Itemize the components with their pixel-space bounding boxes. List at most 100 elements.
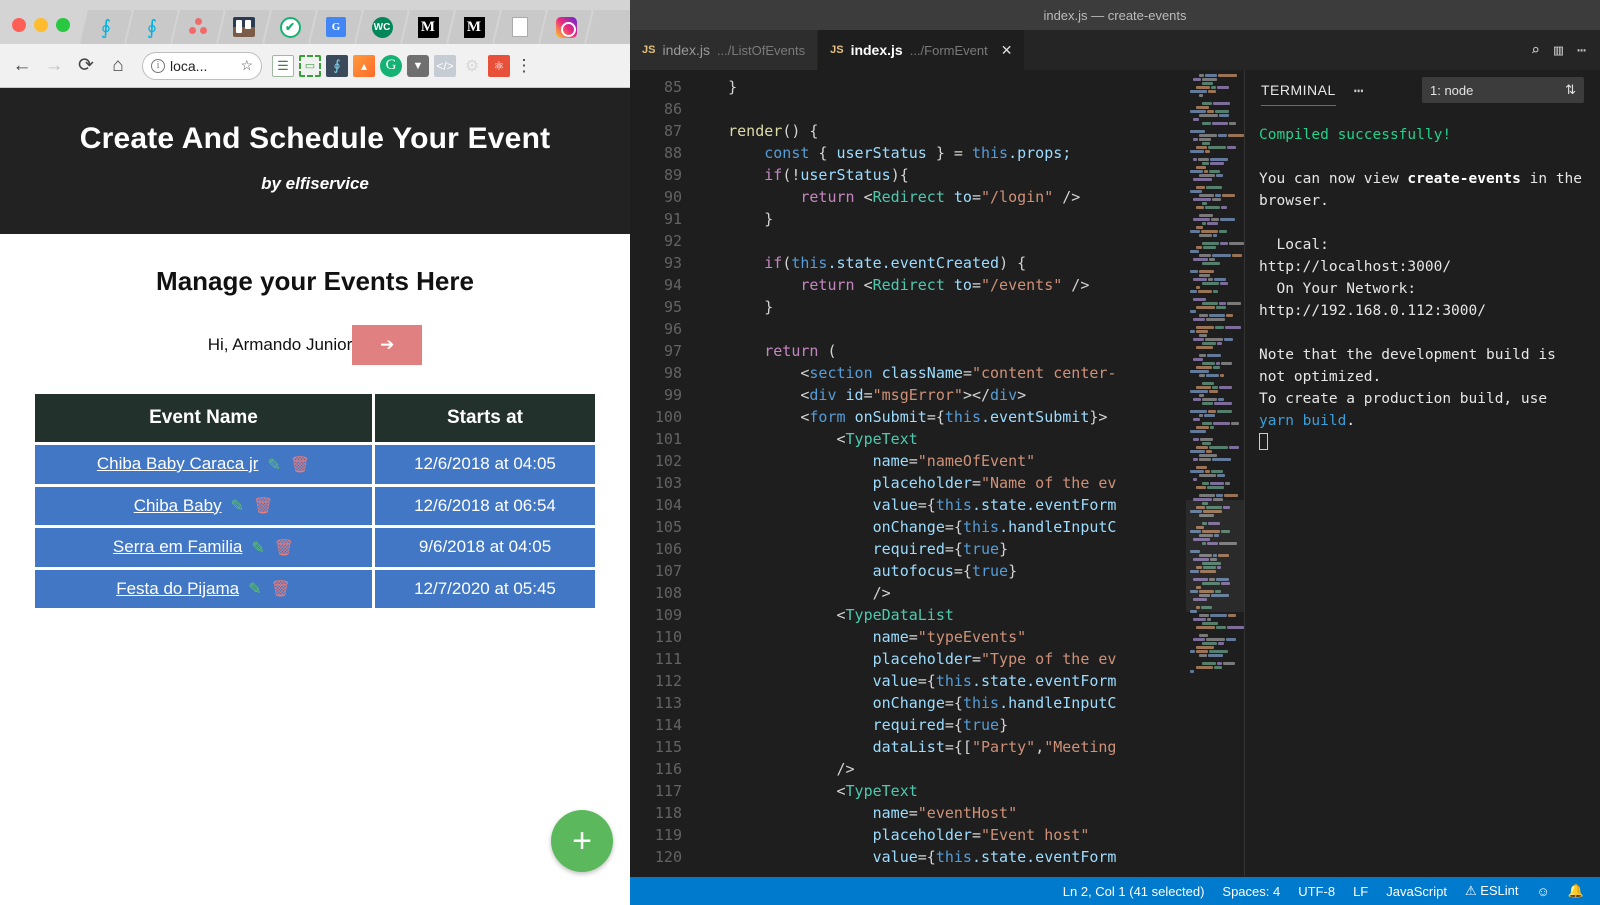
- terminal-more-icon[interactable]: ⋯: [1354, 81, 1364, 100]
- line-ending[interactable]: LF: [1353, 884, 1368, 899]
- react-devtools-icon[interactable]: ⚛: [488, 54, 510, 77]
- edit-event-icon[interactable]: ✎: [248, 579, 261, 599]
- browser-tab-trello[interactable]: [218, 10, 270, 44]
- split-search-icon[interactable]: ⌕: [1531, 41, 1540, 59]
- code-line[interactable]: />: [692, 582, 1186, 604]
- code-line[interactable]: value={this.state.eventForm: [692, 494, 1186, 516]
- eslint-status[interactable]: ⚠ ESLint: [1465, 883, 1519, 899]
- code-line[interactable]: render() {: [692, 120, 1186, 142]
- code-editor[interactable]: 85 86 87 88 89 90 91 92 93 94 95 96 97 98 99 100 101 102 1…: [630, 70, 1186, 877]
- browser-tab-translate[interactable]: G: [310, 10, 362, 44]
- analytics-chart-icon[interactable]: ▴: [353, 54, 375, 77]
- delete-event-icon[interactable]: 🗑: [290, 455, 310, 475]
- terminal-output[interactable]: Compiled successfully! You can now view …: [1245, 110, 1600, 454]
- code-line[interactable]: return <Redirect to="/events" />: [692, 274, 1186, 296]
- code-line[interactable]: const { userStatus } = this.props;: [692, 142, 1186, 164]
- bookmark-star-icon[interactable]: ☆: [240, 57, 253, 74]
- more-actions-icon[interactable]: ⋯: [1577, 41, 1586, 59]
- code-line[interactable]: <form onSubmit={this.eventSubmit}>: [692, 406, 1186, 428]
- code-line[interactable]: required={true}: [692, 538, 1186, 560]
- code-line[interactable]: onChange={this.handleInputC: [692, 692, 1186, 714]
- event-name-link[interactable]: Serra em Familia: [113, 537, 242, 556]
- code-line[interactable]: [692, 318, 1186, 340]
- logout-button[interactable]: ➔: [352, 325, 423, 365]
- code-line[interactable]: autofocus={true}: [692, 560, 1186, 582]
- close-window-button[interactable]: [12, 18, 26, 32]
- browser-tab-medium-2[interactable]: M: [448, 10, 500, 44]
- code-line[interactable]: return (: [692, 340, 1186, 362]
- code-line[interactable]: }: [692, 76, 1186, 98]
- code-line[interactable]: placeholder="Event host": [692, 824, 1186, 846]
- event-name-link[interactable]: Chiba Baby Caraca jr: [97, 454, 259, 473]
- address-bar[interactable]: i loca... ☆: [142, 51, 262, 80]
- url-input[interactable]: loca...: [170, 58, 235, 74]
- indentation[interactable]: Spaces: 4: [1222, 884, 1280, 899]
- notifications-bell[interactable]: 🔔: [1568, 883, 1584, 899]
- edit-event-icon[interactable]: ✎: [231, 496, 244, 516]
- code-line[interactable]: <TypeText: [692, 428, 1186, 450]
- code-line[interactable]: value={this.state.eventForm: [692, 670, 1186, 692]
- code-line[interactable]: }: [692, 296, 1186, 318]
- code-line[interactable]: onChange={this.handleInputC: [692, 516, 1186, 538]
- grammarly-icon[interactable]: G: [380, 54, 402, 77]
- browser-tab-wc[interactable]: WC: [356, 10, 408, 44]
- code-line[interactable]: <TypeText: [692, 780, 1186, 802]
- terminal-shell-select[interactable]: 1: node ⇅: [1422, 77, 1584, 103]
- browser-tab-todoist[interactable]: ✔: [264, 10, 316, 44]
- edit-event-icon[interactable]: ✎: [267, 455, 280, 475]
- reload-icon[interactable]: ⟳: [72, 52, 100, 80]
- back-arrow-icon[interactable]: ←: [8, 52, 36, 80]
- event-name-link[interactable]: Festa do Pijama: [116, 579, 239, 598]
- code-line[interactable]: <TypeDataList: [692, 604, 1186, 626]
- code-line[interactable]: name="eventHost": [692, 802, 1186, 824]
- edit-event-icon[interactable]: ✎: [251, 538, 264, 558]
- code-line[interactable]: if(!userStatus){: [692, 164, 1186, 186]
- editor-minimap[interactable]: [1186, 70, 1244, 877]
- code-line[interactable]: required={true}: [692, 714, 1186, 736]
- feedback-smiley[interactable]: ☺: [1537, 884, 1550, 899]
- encoding[interactable]: UTF-8: [1298, 884, 1335, 899]
- code-line[interactable]: return <Redirect to="/login" />: [692, 186, 1186, 208]
- editor-tab-listofevents[interactable]: JS index.js .../ListOfEvents: [630, 30, 819, 70]
- code-line[interactable]: />: [692, 758, 1186, 780]
- code-line[interactable]: [692, 98, 1186, 120]
- minimize-window-button[interactable]: [34, 18, 48, 32]
- browser-tab-document[interactable]: [494, 10, 546, 44]
- code-line[interactable]: if(this.state.eventCreated) {: [692, 252, 1186, 274]
- browser-tab-udacity-1[interactable]: ∮: [80, 10, 132, 44]
- pocket-icon[interactable]: ▼: [407, 54, 429, 77]
- code-line[interactable]: dataList={["Party","Meeting: [692, 736, 1186, 758]
- code-line[interactable]: <div id="msgError"></div>: [692, 384, 1186, 406]
- code-line[interactable]: name="nameOfEvent": [692, 450, 1186, 472]
- browser-tab-asana[interactable]: [172, 10, 224, 44]
- code-line[interactable]: value={this.state.eventForm: [692, 846, 1186, 868]
- code-snippet-icon[interactable]: </>: [434, 54, 456, 77]
- close-icon[interactable]: ✕: [1001, 42, 1013, 59]
- delete-event-icon[interactable]: 🗑: [270, 579, 290, 599]
- browser-tab-medium-1[interactable]: M: [402, 10, 454, 44]
- split-editor-icon[interactable]: ▥: [1554, 41, 1563, 59]
- udacity-extension-icon[interactable]: ∮: [326, 54, 348, 77]
- browser-menu-icon[interactable]: ⋮: [514, 57, 534, 74]
- editor-tab-formevent[interactable]: JS index.js .../FormEvent ✕: [818, 30, 1026, 70]
- site-info-icon[interactable]: i: [151, 58, 165, 73]
- screenshot-crop-icon[interactable]: ▭: [299, 54, 321, 77]
- forward-arrow-icon[interactable]: →: [40, 52, 68, 80]
- browser-tab-blank[interactable]: [586, 10, 630, 44]
- code-line[interactable]: placeholder="Type of the ev: [692, 648, 1186, 670]
- code-line[interactable]: [692, 230, 1186, 252]
- browser-tab-udacity-2[interactable]: ∮: [126, 10, 178, 44]
- code-line[interactable]: <section className="content center-: [692, 362, 1186, 384]
- home-icon[interactable]: ⌂: [104, 52, 132, 80]
- settings-gear-icon[interactable]: ⚙: [461, 55, 483, 77]
- add-event-button[interactable]: +: [551, 810, 613, 872]
- maximize-window-button[interactable]: [56, 18, 70, 32]
- code-content[interactable]: } render() { const { userStatus } = this…: [692, 70, 1186, 877]
- code-line[interactable]: placeholder="Name of the ev: [692, 472, 1186, 494]
- event-name-link[interactable]: Chiba Baby: [134, 496, 222, 515]
- delete-event-icon[interactable]: 🗑: [274, 538, 294, 558]
- terminal-tab-label[interactable]: TERMINAL: [1261, 82, 1336, 106]
- language-mode[interactable]: JavaScript: [1386, 884, 1447, 899]
- readability-icon[interactable]: ☰: [272, 54, 294, 77]
- code-line[interactable]: name="typeEvents": [692, 626, 1186, 648]
